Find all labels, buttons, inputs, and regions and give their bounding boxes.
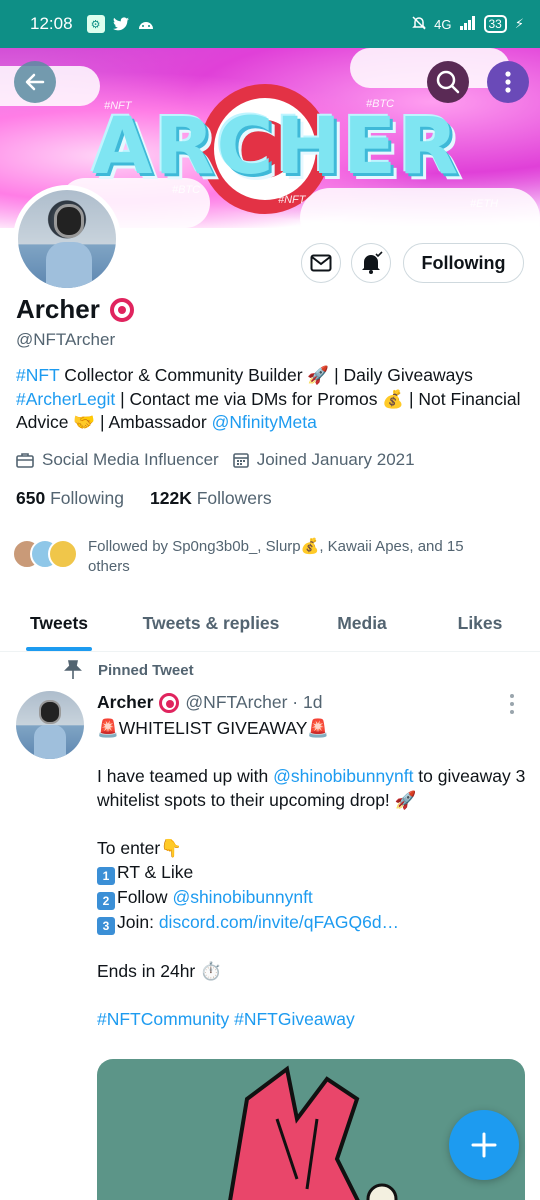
profile-meta: Social Media Influencer Joined January 2… <box>16 450 415 470</box>
followers-label: Followers <box>196 488 272 508</box>
joined-label: Joined January 2021 <box>256 450 415 469</box>
envelope-icon <box>310 254 332 272</box>
bio-mention-nfinitymeta[interactable]: @NfinityMeta <box>212 412 317 432</box>
tab-tweets-replies[interactable]: Tweets & replies <box>118 596 304 651</box>
target-emoji-icon <box>159 692 180 713</box>
profile-category: Social Media Influencer <box>16 450 219 470</box>
battery-indicator: 33 <box>483 15 507 33</box>
compose-tweet-button[interactable] <box>449 1110 519 1180</box>
tweet-author[interactable]: Archer <box>97 692 153 713</box>
bio-hashtag-nft[interactable]: #NFT <box>16 365 59 385</box>
message-button[interactable] <box>301 243 341 283</box>
pinned-indicator: Pinned Tweet <box>64 660 194 680</box>
profile-avatar[interactable] <box>13 185 121 293</box>
tweet-step-2: 2 Follow @shinobibunnynft <box>97 885 527 910</box>
calendar-icon <box>232 453 249 468</box>
profile-handle: @NFTArcher <box>16 330 116 349</box>
arrow-left-icon <box>25 73 45 91</box>
tweet-mention[interactable]: @shinobibunnynft <box>172 887 312 907</box>
tweet-enter: To enter👇 <box>97 838 183 858</box>
network-label: 4G <box>434 16 452 32</box>
banner-tag: #ETH <box>470 198 499 210</box>
avatar-figure-body <box>46 242 92 288</box>
avatar-figure-helmet <box>39 700 61 724</box>
profile-name: Archer <box>16 294 134 325</box>
tweet-hashtags[interactable]: #NFTCommunity #NFTGiveaway <box>97 1007 527 1031</box>
avatar-figure-helmet <box>54 204 84 238</box>
back-button[interactable] <box>14 61 56 103</box>
following-button[interactable]: Following <box>403 243 524 283</box>
settings-icon: ⚙ <box>86 15 105 33</box>
tweet-step-1: 1 RT & Like <box>97 860 527 885</box>
profile-tabs: Tweets Tweets & replies Media Likes <box>0 596 540 652</box>
banner-tag: #BTC <box>366 98 395 110</box>
followed-by-text: Followed by Sp0ng3b0b_, Slurp💰, Kawaii A… <box>88 538 464 575</box>
banner-tag: #NFT <box>278 194 306 206</box>
profile-bio: #NFT Collector & Community Builder 🚀 | D… <box>16 364 526 435</box>
tweet-handle-time: @NFTArcher · 1d <box>185 692 323 712</box>
twitter-icon <box>112 15 130 33</box>
banner-title: ARCHER <box>92 102 461 192</box>
bio-text: Collector & Community Builder 🚀 | Daily … <box>59 365 473 385</box>
pinned-label: Pinned Tweet <box>98 661 194 679</box>
followed-by[interactable]: Followed by Sp0ng3b0b_, Slurp💰, Kawaii A… <box>12 537 498 577</box>
tweet-mention[interactable]: @shinobibunnynft <box>273 766 413 786</box>
tweet-text: 🚨WHITELIST GIVEAWAY🚨 I have teamed up wi… <box>97 716 527 1031</box>
target-emoji-icon <box>109 297 134 322</box>
avatar-figure-body <box>34 725 66 759</box>
pin-icon <box>64 660 82 679</box>
following-stat[interactable]: 650 Following <box>16 488 124 509</box>
android-icon <box>137 15 155 33</box>
following-label: Following <box>50 488 125 508</box>
tweet-header: Archer @NFTArcher · 1d <box>97 692 322 713</box>
mute-icon <box>412 15 426 33</box>
tweet-intro: I have teamed up with @shinobibunnynft t… <box>97 766 526 810</box>
banner-tag: #NFT <box>104 100 132 112</box>
bell-icon <box>362 251 383 274</box>
bio-hashtag-archerlegit[interactable]: #ArcherLegit <box>16 389 115 409</box>
status-right: 4G 33 ⚡ <box>412 15 524 33</box>
following-count: 650 <box>16 488 46 508</box>
signal-icon <box>459 15 476 33</box>
tab-tweets[interactable]: Tweets <box>0 596 118 651</box>
profile-stats: 650 Following 122K Followers <box>16 488 272 509</box>
tweet-link[interactable]: discord.com/invite/qFAGQ6d… <box>159 912 399 932</box>
more-vertical-icon <box>505 71 511 93</box>
more-options-button[interactable] <box>487 61 529 103</box>
tweet-ends: Ends in 24hr ⏱️ <box>97 961 222 981</box>
profile-name-text: Archer <box>16 294 100 324</box>
profile-joined: Joined January 2021 <box>232 450 415 470</box>
search-icon <box>436 70 460 94</box>
banner-tag: #BTC <box>172 184 201 196</box>
search-button[interactable] <box>427 61 469 103</box>
tweet-title: 🚨WHITELIST GIVEAWAY🚨 <box>97 718 330 738</box>
notifications-button[interactable] <box>351 243 391 283</box>
keycap-2-icon: 2 <box>97 892 115 910</box>
profile-screen: 12:08 ⚙ 4G 33 ⚡ ARCHER #NFT #BTC #BTC #N… <box>0 0 540 1200</box>
follower-avatars <box>12 537 78 571</box>
tweet-step-3: 3 Join: discord.com/invite/qFAGQ6d… <box>97 910 527 935</box>
briefcase-icon <box>16 453 34 468</box>
category-label: Social Media Influencer <box>42 450 219 469</box>
keycap-3-icon: 3 <box>97 917 115 935</box>
banner-cloud <box>300 188 540 228</box>
followers-count: 122K <box>150 488 192 508</box>
charging-icon: ⚡ <box>514 16 524 31</box>
tab-media[interactable]: Media <box>304 596 420 651</box>
tweet-avatar[interactable] <box>16 691 84 759</box>
avatar <box>48 539 78 569</box>
status-bar: 12:08 ⚙ 4G 33 ⚡ <box>0 0 540 48</box>
keycap-1-icon: 1 <box>97 867 115 885</box>
status-time: 12:08 <box>30 14 73 33</box>
plus-icon <box>471 1132 497 1158</box>
tab-likes[interactable]: Likes <box>420 596 540 651</box>
tweet-more-button[interactable] <box>506 694 518 714</box>
followers-stat[interactable]: 122K Followers <box>150 488 272 509</box>
